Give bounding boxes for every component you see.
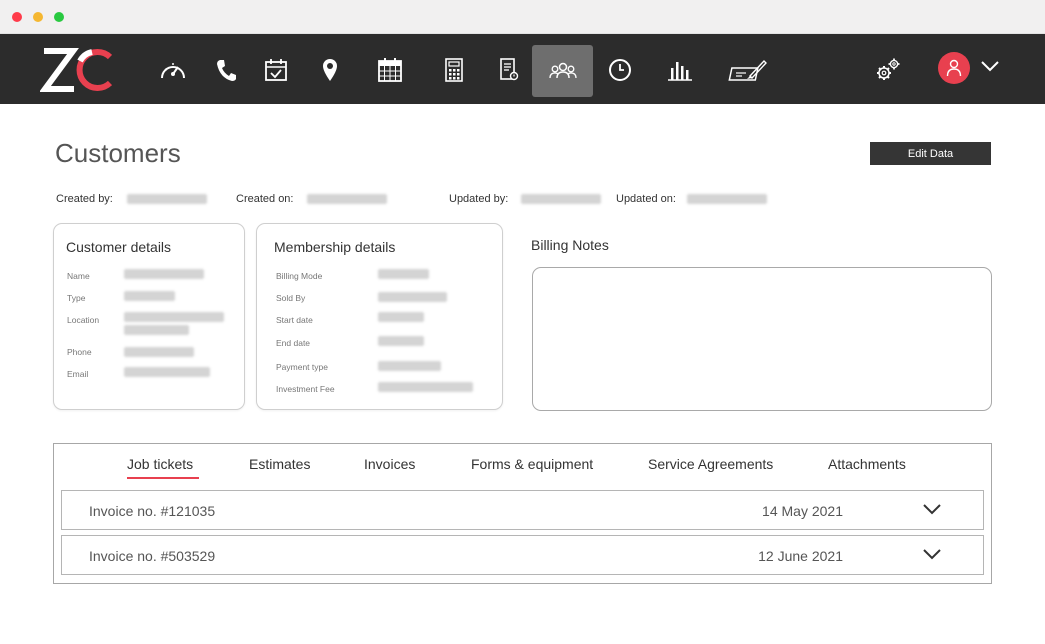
nav-reports[interactable] xyxy=(650,45,710,95)
tab-service-agreements[interactable]: Service Agreements xyxy=(648,456,773,472)
tab-attachments[interactable]: Attachments xyxy=(828,456,906,472)
nav-settings[interactable] xyxy=(858,45,918,95)
nav-time[interactable] xyxy=(590,45,650,95)
bar-chart-icon xyxy=(668,62,692,81)
nav-dashboard[interactable] xyxy=(143,45,203,95)
tab-forms-equipment[interactable]: Forms & equipment xyxy=(471,456,593,472)
nav-customers[interactable] xyxy=(532,45,593,97)
nav-documents[interactable] xyxy=(479,45,539,95)
chevron-down-icon[interactable] xyxy=(923,504,941,515)
field-label-start-date: Start date xyxy=(276,315,313,325)
check-pen-icon xyxy=(728,59,767,81)
field-value-location-line2 xyxy=(124,325,189,335)
field-label-type: Type xyxy=(67,293,86,303)
field-value-location-line1 xyxy=(124,312,224,322)
row-invoice-number: Invoice no. #503529 xyxy=(89,548,216,564)
field-label-investment-fee: Investment Fee xyxy=(276,384,335,394)
nav-tasks[interactable] xyxy=(246,45,306,95)
membership-details-title: Membership details xyxy=(274,239,396,255)
field-label-end-date: End date xyxy=(276,338,311,348)
field-label-email: Email xyxy=(67,369,89,379)
field-label-name: Name xyxy=(67,271,90,281)
chevron-down-icon[interactable] xyxy=(923,549,941,560)
field-value-end-date xyxy=(378,336,424,346)
clock-icon xyxy=(609,59,631,81)
phone-icon xyxy=(217,60,236,81)
tab-estimates[interactable]: Estimates xyxy=(249,456,310,472)
field-value-type xyxy=(124,291,175,301)
billing-notes-title: Billing Notes xyxy=(531,237,609,253)
updated-on-value xyxy=(687,194,767,204)
updated-on-label: Updated on: xyxy=(616,193,676,205)
user-icon xyxy=(946,59,962,77)
field-value-name xyxy=(124,269,204,279)
active-tab-indicator xyxy=(127,477,199,479)
table-row[interactable]: Invoice no. #503529 12 June 2021 xyxy=(61,535,984,575)
tab-invoices[interactable]: Invoices xyxy=(364,456,415,472)
field-value-investment-fee xyxy=(378,382,473,392)
updated-by-value xyxy=(521,194,601,204)
field-value-payment-type xyxy=(378,361,441,371)
field-value-phone xyxy=(124,347,194,357)
field-label-billing-mode: Billing Mode xyxy=(276,271,323,281)
created-on-label: Created on: xyxy=(236,193,294,205)
map-pin-icon xyxy=(323,59,337,81)
created-by-value xyxy=(127,194,207,204)
field-value-start-date xyxy=(378,312,424,322)
updated-by-label: Updated by: xyxy=(449,193,509,205)
speedometer-icon xyxy=(161,63,185,79)
user-avatar[interactable] xyxy=(938,52,970,84)
field-label-location: Location xyxy=(67,315,100,325)
row-date: 14 May 2021 xyxy=(762,503,843,519)
minimize-window-button[interactable] xyxy=(33,12,43,22)
tab-job-tickets[interactable]: Job tickets xyxy=(127,456,193,472)
close-window-button[interactable] xyxy=(12,12,22,22)
nav-calculator[interactable] xyxy=(424,45,484,95)
chevron-down-icon[interactable] xyxy=(980,60,1000,72)
maximize-window-button[interactable] xyxy=(54,12,64,22)
field-label-phone: Phone xyxy=(67,347,92,357)
users-icon xyxy=(548,62,577,79)
field-value-email xyxy=(124,367,210,377)
field-value-billing-mode xyxy=(378,269,429,279)
window-titlebar xyxy=(0,0,1045,34)
gears-icon xyxy=(877,58,900,80)
created-by-label: Created by: xyxy=(56,193,113,205)
created-on-value xyxy=(307,194,387,204)
zc-logo[interactable] xyxy=(40,47,116,93)
nav-locations[interactable] xyxy=(300,45,360,95)
calculator-icon xyxy=(445,58,463,82)
page-title: Customers xyxy=(55,138,181,168)
row-date: 12 June 2021 xyxy=(758,548,843,564)
billing-notes-textarea[interactable] xyxy=(532,267,992,411)
nav-schedule[interactable] xyxy=(360,45,420,95)
field-label-payment-type: Payment type xyxy=(276,362,328,372)
field-value-sold-by xyxy=(378,292,447,302)
field-label-sold-by: Sold By xyxy=(276,293,306,303)
table-row[interactable]: Invoice no. #121035 14 May 2021 xyxy=(61,490,984,530)
top-navbar xyxy=(0,34,1045,104)
nav-checks[interactable] xyxy=(718,45,778,95)
customer-details-title: Customer details xyxy=(66,239,172,255)
edit-data-button[interactable]: Edit Data xyxy=(870,142,991,165)
membership-details-card: Membership details Billing Mode Sold By … xyxy=(256,223,503,410)
customer-details-card: Customer details Name Type Location Phon… xyxy=(53,223,245,410)
row-invoice-number: Invoice no. #121035 xyxy=(89,503,216,519)
calendar-grid-icon xyxy=(378,58,402,82)
document-icon xyxy=(500,58,519,81)
calendar-check-icon xyxy=(265,59,287,81)
